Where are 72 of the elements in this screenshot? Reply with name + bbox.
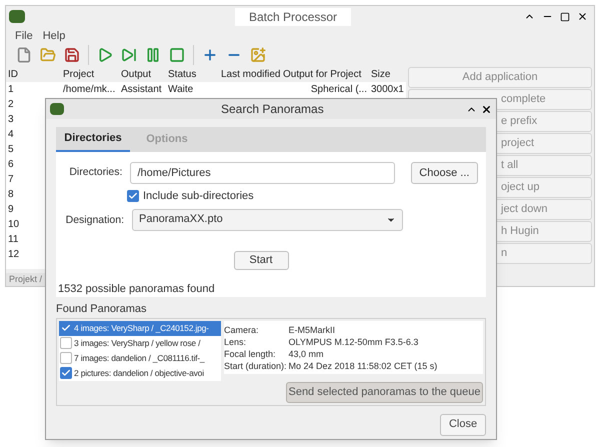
checkbox[interactable] xyxy=(127,190,139,202)
designation-dropdown[interactable]: PanoramaXX.pto xyxy=(132,208,403,230)
play-icon[interactable] xyxy=(97,47,113,64)
checkbox[interactable] xyxy=(60,367,72,379)
include-subdirectories-label: Include sub-directories xyxy=(143,189,254,204)
stop-icon[interactable] xyxy=(169,47,185,64)
table-cell-text: 11 xyxy=(8,232,18,246)
window-title: Batch Processor xyxy=(235,8,352,26)
table-cell-text: 2 xyxy=(8,98,14,112)
table-cell-text: 9 xyxy=(8,202,14,216)
choose-button[interactable]: Choose ... xyxy=(410,162,478,184)
panorama-label: 7 images: dandelion / _C081116.tif-_ xyxy=(74,352,204,364)
panorama-item[interactable]: 2 pictures: dandelion / objective-avoi xyxy=(59,366,221,380)
detail-value: 43,0 mm xyxy=(288,348,325,360)
menu-item[interactable]: Help xyxy=(42,28,66,44)
table-cell-text: 6 xyxy=(8,158,14,172)
column-header[interactable]: Output for Project xyxy=(283,66,362,82)
app-icon xyxy=(9,10,25,24)
column-header[interactable]: Last modified xyxy=(221,66,280,82)
table-cell-text: 3000x1 xyxy=(371,82,404,96)
panorama-item[interactable]: 3 images: VerySharp / yellow rose / xyxy=(59,336,221,350)
close-button[interactable]: Close xyxy=(440,414,486,436)
pause-icon[interactable] xyxy=(145,47,161,64)
table-cell-text: 3 xyxy=(8,112,14,126)
column-header[interactable]: Project xyxy=(63,66,94,82)
start-button[interactable]: Start xyxy=(234,250,288,270)
column-header[interactable]: Status xyxy=(168,66,196,82)
checkbox[interactable] xyxy=(60,337,72,349)
column-header[interactable]: ID xyxy=(8,66,18,82)
send-to-queue-button[interactable]: Send selected panoramas to the queue xyxy=(286,382,483,402)
column-header[interactable]: Size xyxy=(371,66,390,82)
detail-value: OLYMPUS M.12-50mm F3.5-6.3 xyxy=(288,336,420,348)
table-cell-text: 1 xyxy=(8,82,14,96)
menu-item[interactable]: File xyxy=(15,28,33,44)
designation-label: Designation: xyxy=(64,212,124,226)
directories-field[interactable]: /home/Pictures xyxy=(130,162,395,184)
table-cell-text: Spherical (... xyxy=(310,82,367,96)
result-text: 1532 possible panoramas found xyxy=(58,282,216,296)
panorama-item[interactable]: 7 images: dandelion / _C081116.tif-_ xyxy=(59,350,221,366)
table-cell-text: Waite xyxy=(168,82,194,96)
panorama-label: 4 images: VerySharp / _C240152.jpg- xyxy=(74,322,209,334)
plus-icon[interactable] xyxy=(202,47,218,64)
save-icon[interactable] xyxy=(64,47,80,64)
table-cell-text: 4 xyxy=(8,128,14,142)
table-cell-text: 7 xyxy=(8,172,14,186)
detail-label: Focal length: xyxy=(224,348,277,360)
dialog-app-icon xyxy=(50,103,64,115)
table-cell-text: 8 xyxy=(8,188,14,202)
panorama-label: 3 images: VerySharp / yellow rose / xyxy=(74,336,200,350)
checkbox[interactable] xyxy=(60,352,72,364)
dialog-title: Search Panoramas xyxy=(221,101,324,118)
column-header[interactable]: Output xyxy=(121,66,152,82)
close-icon[interactable] xyxy=(577,11,588,22)
skip-forward-icon[interactable] xyxy=(121,47,137,64)
status-tab[interactable]: Projekt / xyxy=(6,272,46,286)
checkbox[interactable] xyxy=(60,322,72,334)
document-icon[interactable] xyxy=(16,47,32,64)
panorama-item[interactable]: 4 images: VerySharp / _C240152.jpg- xyxy=(59,320,221,336)
table-cell-text: 10 xyxy=(8,218,20,232)
table-cell-text: /home/mk... xyxy=(63,82,116,96)
detail-value: Mo 24 Dez 2018 11:58:02 CET (15 s) xyxy=(288,360,438,372)
table-cell-text: Assistant xyxy=(121,82,162,96)
directories-label: Directories: xyxy=(68,165,122,180)
detail-label: Start (duration): xyxy=(224,360,287,372)
table-cell-text: 12 xyxy=(8,248,20,262)
detail-label: Camera: xyxy=(224,324,260,336)
found-panoramas-title: Found Panoramas xyxy=(56,302,148,317)
detail-value: E-M5MarkII xyxy=(288,324,336,336)
table-cell-text: 5 xyxy=(8,142,14,156)
panorama-label: 2 pictures: dandelion / objective-avoi xyxy=(74,366,204,380)
detail-label: Lens: xyxy=(224,336,248,348)
close-icon[interactable] xyxy=(481,104,492,114)
